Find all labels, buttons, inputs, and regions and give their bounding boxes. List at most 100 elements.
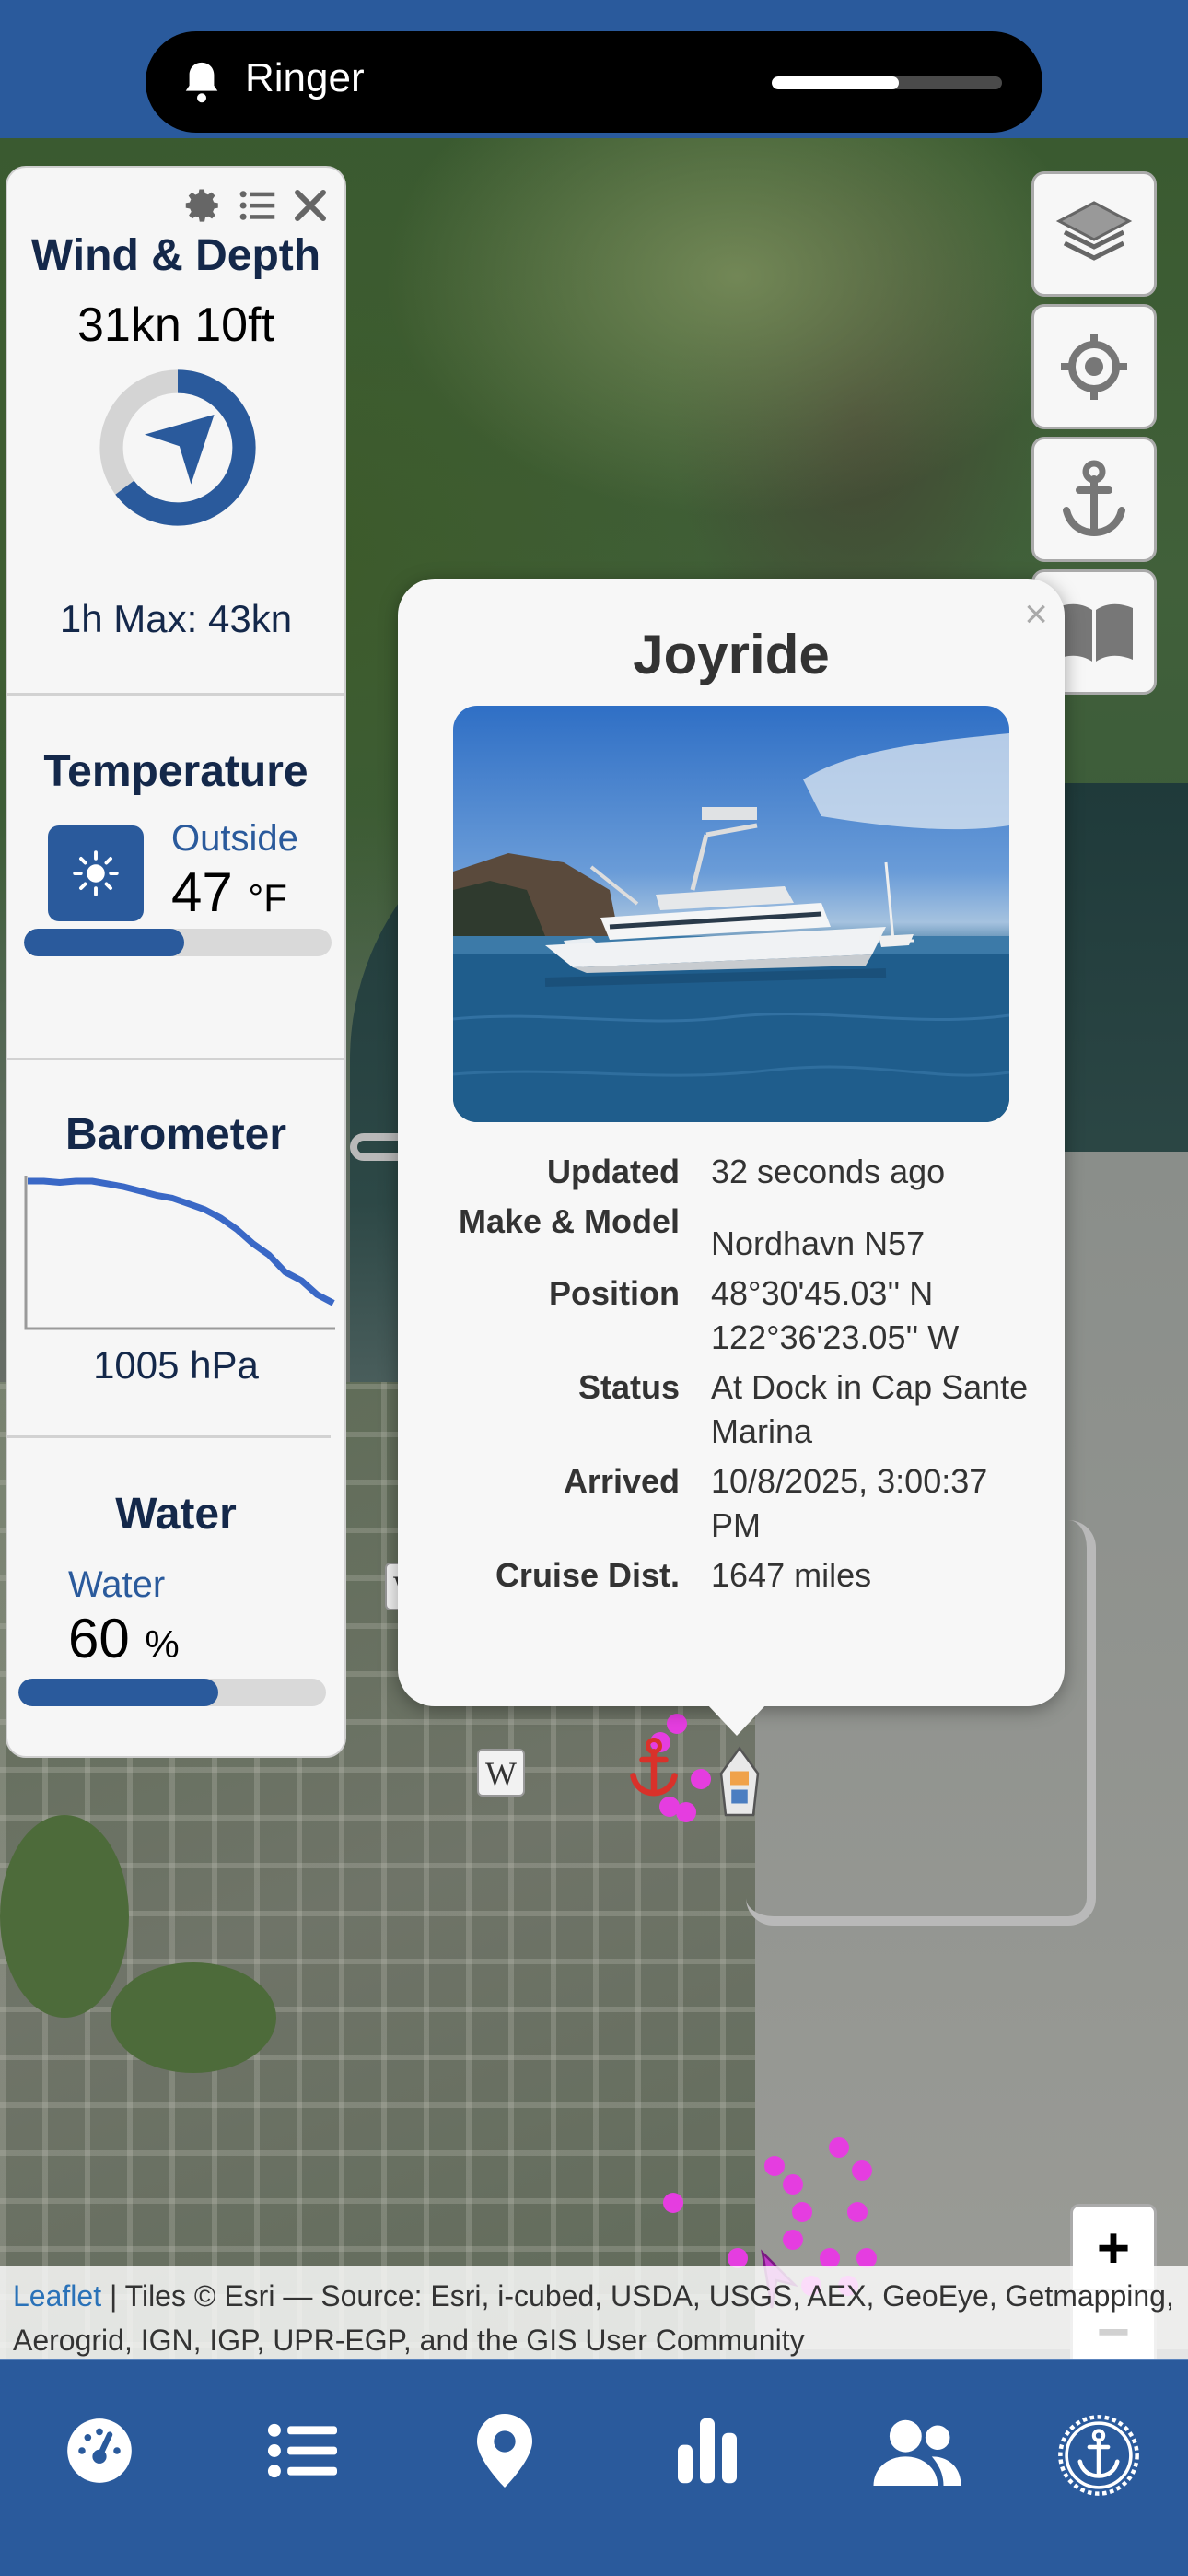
people-icon	[873, 2419, 961, 2486]
chart-icon	[678, 2418, 737, 2484]
detail-value-updated: 32 seconds ago	[711, 1153, 946, 1190]
vessel-details: Updated 32 seconds ago Make & Model Nord…	[435, 1150, 1033, 1603]
water-unit: %	[145, 1622, 180, 1666]
volume-bar	[772, 76, 1002, 89]
track-point	[667, 1714, 687, 1734]
vessel-popup: × Joyride Updated 32 seconds ago Make & …	[398, 579, 1065, 1706]
divider	[7, 1058, 344, 1060]
water-label: Water	[68, 1564, 166, 1605]
anchor-icon	[1063, 460, 1125, 537]
status-bar: Ringer	[0, 0, 1188, 138]
tab-list[interactable]	[265, 2414, 339, 2488]
temperature-label: Outside	[171, 818, 298, 859]
detail-row: Cruise Dist. 1647 miles	[435, 1553, 1033, 1598]
widget-panel: Wind & Depth 31kn 10ft 1h Max: 43kn Temp…	[6, 166, 346, 1758]
track-point	[728, 2248, 748, 2268]
wind-depth-values: 31kn 10ft	[77, 299, 274, 352]
temperature-bar	[24, 929, 332, 956]
detail-label-position: Position	[549, 1274, 680, 1312]
bottom-tab-bar	[0, 2359, 1188, 2576]
dashboard-icon	[67, 2418, 132, 2483]
detail-label-make-model: Make & Model	[458, 1202, 680, 1240]
leaflet-link[interactable]: Leaflet	[13, 2279, 101, 2313]
park-area	[111, 1962, 276, 2073]
detail-row: Position 48°30'45.03'' N 122°36'23.05'' …	[435, 1271, 1033, 1360]
track-point	[820, 2248, 840, 2268]
barometer-value: 1005 hPa	[93, 1343, 259, 1387]
tab-people[interactable]	[873, 2414, 961, 2488]
attribution-text: | Tiles © Esri — Source: Esri, i-cubed, …	[13, 2279, 1174, 2357]
list-icon[interactable]	[238, 186, 276, 225]
temperature-value: 47 °F	[171, 861, 287, 924]
map-attribution: Leaflet | Tiles © Esri — Source: Esri, i…	[0, 2266, 1188, 2359]
tab-dashboard[interactable]	[63, 2414, 136, 2488]
barometer-title: Barometer	[64, 1110, 287, 1159]
park-area	[0, 1815, 129, 2018]
water-widget[interactable]: Water	[7, 1489, 344, 1540]
track-point	[764, 2156, 785, 2176]
water-value: 60 %	[68, 1607, 180, 1670]
water-bar-fill	[18, 1679, 219, 1706]
map-pin-icon	[477, 2414, 532, 2488]
track-point	[676, 1802, 696, 1822]
track-point	[783, 2230, 803, 2250]
temperature-title: Temperature	[43, 747, 309, 796]
detail-row: Make & Model Nordhavn N57	[435, 1200, 1033, 1266]
track-point	[856, 2248, 877, 2268]
barometer-chart	[24, 1176, 335, 1330]
divider	[7, 1435, 332, 1438]
layers-button[interactable]	[1031, 171, 1157, 297]
barometer-widget[interactable]: Barometer	[7, 1109, 344, 1160]
wind-depth-title: Wind & Depth	[30, 231, 321, 280]
anchor-watch-button[interactable]	[1031, 437, 1157, 562]
bell-icon	[185, 62, 218, 103]
vessel-name: Joyride	[633, 624, 830, 685]
ringer-label: Ringer	[245, 55, 365, 100]
volume-fill	[772, 76, 899, 89]
temperature-widget[interactable]: Temperature	[7, 746, 344, 797]
wiki-marker[interactable]: W	[477, 1749, 525, 1797]
ringer-indicator: Ringer	[146, 31, 1042, 133]
anchor-marker-icon[interactable]	[626, 1737, 681, 1801]
track-point	[663, 2193, 683, 2213]
tab-charts[interactable]	[670, 2414, 744, 2488]
water-number: 60	[68, 1608, 130, 1669]
detail-label-updated: Updated	[547, 1153, 680, 1190]
detail-label-cruise-dist: Cruise Dist.	[495, 1556, 680, 1594]
detail-value-arrived: 10/8/2025, 3:00:37 PM	[711, 1462, 988, 1544]
tab-map[interactable]	[468, 2414, 542, 2488]
track-point	[691, 1769, 711, 1789]
locate-button[interactable]	[1031, 304, 1157, 429]
panel-toolbar	[184, 186, 330, 225]
track-point	[847, 2202, 868, 2222]
list-icon	[267, 2423, 337, 2478]
detail-label-status: Status	[577, 1368, 680, 1406]
sun-icon	[48, 825, 144, 921]
gear-icon[interactable]	[184, 186, 223, 225]
detail-row: Status At Dock in Cap Sante Marina	[435, 1365, 1033, 1454]
anchor-icon	[1058, 2415, 1139, 2496]
detail-row: Arrived 10/8/2025, 3:00:37 PM	[435, 1459, 1033, 1548]
detail-value-status: At Dock in Cap Sante Marina	[711, 1368, 1029, 1450]
detail-row: Updated 32 seconds ago	[435, 1150, 1033, 1194]
wind-depth-widget[interactable]: Wind & Depth 31kn 10ft	[7, 230, 344, 353]
layers-icon	[1055, 201, 1133, 261]
wind-gauge	[99, 369, 256, 526]
water-bar	[18, 1679, 326, 1706]
track-point	[792, 2202, 812, 2222]
detail-label-arrived: Arrived	[563, 1462, 680, 1500]
vessel-marker-icon[interactable]	[716, 1746, 763, 1820]
vessel-photo	[453, 706, 1009, 1122]
temperature-bar-fill	[24, 929, 184, 956]
detail-value-make-model: Nordhavn N57	[711, 1224, 926, 1262]
close-icon[interactable]	[291, 186, 330, 225]
temperature-number: 47	[171, 861, 233, 923]
track-point	[852, 2160, 872, 2181]
temperature-unit: °F	[248, 876, 287, 919]
locate-icon	[1061, 334, 1127, 400]
tab-anchor[interactable]	[1057, 2414, 1140, 2497]
divider	[7, 693, 344, 696]
barometer-trend-line	[28, 1177, 335, 1306]
popup-pointer	[707, 1704, 766, 1736]
wind-max: 1h Max: 43kn	[59, 597, 293, 640]
